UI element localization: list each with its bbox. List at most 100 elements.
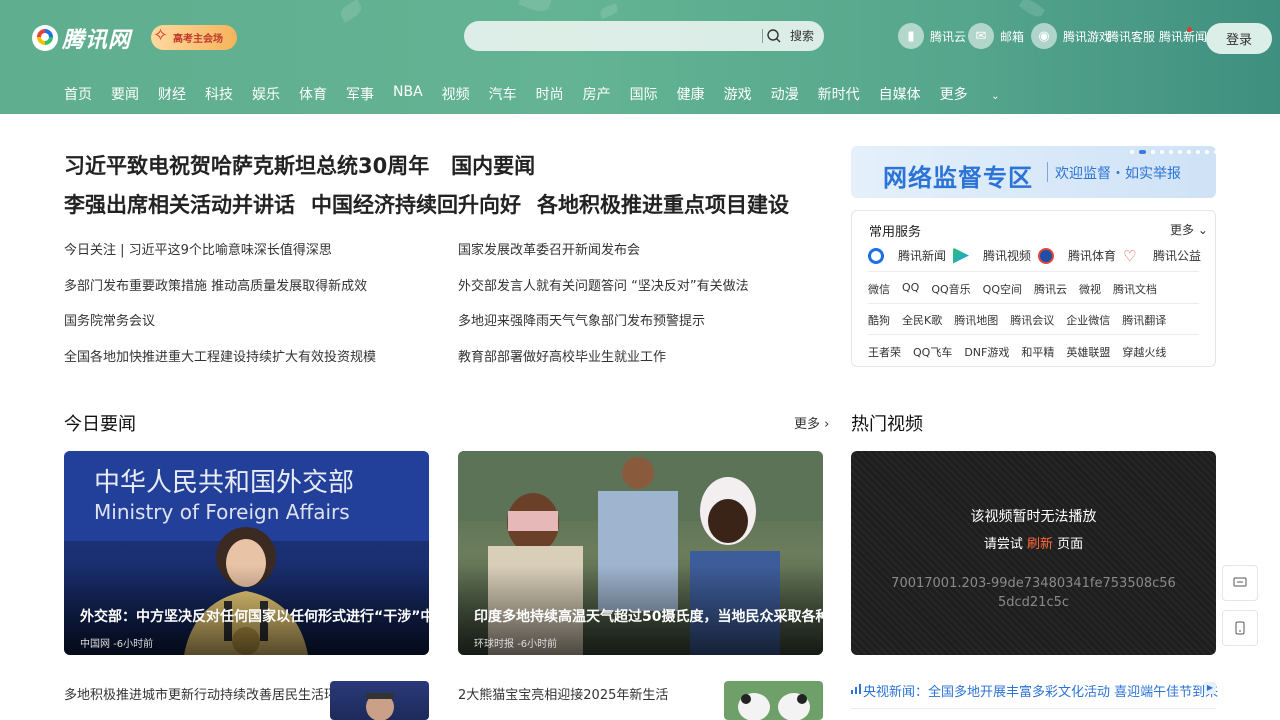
decor-leaf: [1018, 0, 1046, 20]
thumbnail-photo: [366, 693, 394, 720]
service-link[interactable]: 酷狗: [868, 312, 890, 328]
service-link[interactable]: 企业微信: [1066, 312, 1110, 328]
supervision-banner[interactable]: 网络监督专区 欢迎监督・如实举报: [851, 146, 1216, 198]
headline-link[interactable]: 各地积极推进重点项目建设: [537, 189, 789, 219]
news-link[interactable]: 教育部部署做好高校毕业生就业工作: [458, 346, 749, 382]
service-link[interactable]: 全民K歌: [902, 312, 942, 328]
section-more-button[interactable]: 更多 ›: [794, 413, 829, 432]
nav-item[interactable]: 财经: [158, 84, 186, 104]
nav-item[interactable]: 自媒体: [879, 84, 921, 104]
service-link[interactable]: DNF游戏: [964, 344, 1009, 360]
video-player[interactable]: 该视频暂时无法播放 请尝试 刷新 页面 70017001.203-99de734…: [851, 451, 1216, 655]
service-link[interactable]: 腾讯翻译: [1122, 312, 1166, 328]
news-link[interactable]: 多地迎来强降雨天气气象部门发布预警提示: [458, 310, 749, 346]
service-link[interactable]: 穿越火线: [1122, 344, 1166, 360]
news-thumbnail[interactable]: [724, 681, 823, 720]
card-caption: 外交部：中方坚决反对任何国家以任何形式进行“干涉”中国内政: [80, 609, 429, 625]
nav-item[interactable]: 军事: [346, 84, 374, 104]
refresh-link[interactable]: 刷新: [1027, 537, 1053, 552]
app-tencent-charity[interactable]: ♡ 腾讯公益: [1123, 247, 1208, 264]
tencent-logo[interactable]: 腾讯网: [32, 22, 131, 54]
carousel-dot[interactable]: [1169, 150, 1173, 154]
service-link[interactable]: 王者荣: [868, 344, 901, 360]
carousel-dot[interactable]: [1205, 150, 1209, 154]
news-link[interactable]: 国务院常务会议: [64, 310, 376, 346]
search-icon[interactable]: [766, 28, 782, 44]
news-thumbnail[interactable]: [330, 681, 429, 720]
carousel-dot[interactable]: [1130, 150, 1134, 154]
carousel-dot[interactable]: [1214, 150, 1216, 154]
headline-primary[interactable]: 习近平致电祝贺哈萨克斯坦总统30周年 国内要闻: [64, 150, 535, 180]
news-card[interactable]: 印度多地持续高温天气超过50摄氏度，当地民众采取各种方式消暑 环球时报 -6小时…: [458, 451, 823, 655]
carousel-dot[interactable]: [1196, 150, 1200, 154]
carousel-dot[interactable]: [1178, 150, 1182, 154]
news-link[interactable]: 多部门发布重要政策措施 推动高质量发展取得新成效: [64, 275, 376, 311]
play-icon[interactable]: ▶: [1204, 682, 1216, 694]
news-card[interactable]: 中华人民共和国外交部 Ministry of Foreign Affairs 外…: [64, 451, 429, 655]
nav-item[interactable]: 健康: [677, 84, 705, 104]
tool-label: 邮箱: [1000, 29, 1025, 44]
tool-game[interactable]: ◉ 腾讯游戏: [1031, 23, 1111, 49]
carousel-dot[interactable]: [1160, 150, 1164, 154]
nav-item[interactable]: 要闻: [111, 84, 139, 104]
logo-text: 腾讯网: [62, 28, 132, 53]
carousel-dot[interactable]: [1151, 150, 1155, 154]
service-link[interactable]: QQ: [902, 281, 919, 297]
nav-item[interactable]: 动漫: [771, 84, 799, 104]
nav-item[interactable]: 游戏: [724, 84, 752, 104]
news-link[interactable]: 今日关注 | 习近平这9个比喻意味深长值得深思: [64, 239, 376, 275]
nav-item[interactable]: 娱乐: [252, 84, 280, 104]
service-link[interactable]: 微视: [1079, 281, 1101, 297]
headline-link[interactable]: 国内要闻: [451, 154, 535, 178]
more-label: 更多: [794, 417, 821, 432]
tool-cloud[interactable]: ▮ 腾讯云: [898, 23, 966, 49]
news-link[interactable]: 2大熊猫宝宝亮相迎接2025年新生活: [458, 684, 668, 703]
nav-item[interactable]: NBA: [393, 84, 423, 104]
search-button[interactable]: 搜索: [790, 27, 814, 44]
service-link[interactable]: 英雄联盟: [1066, 344, 1110, 360]
carousel-dot-active[interactable]: [1139, 150, 1146, 154]
promo-badge[interactable]: ✧ 高考主会场: [151, 25, 237, 50]
nav-item[interactable]: 体育: [299, 84, 327, 104]
service-link[interactable]: 腾讯会议: [1010, 312, 1054, 328]
nav-item[interactable]: 视频: [442, 84, 470, 104]
nav-item[interactable]: 房产: [583, 84, 611, 104]
service-link[interactable]: 微信: [868, 281, 890, 297]
nav-item[interactable]: 国际: [630, 84, 658, 104]
service-link[interactable]: 和平精: [1021, 344, 1054, 360]
headline-link[interactable]: 习近平致电祝贺哈萨克斯坦总统30周年: [64, 154, 429, 178]
nav-item[interactable]: 时尚: [536, 84, 564, 104]
services-panel: 常用服务 更多 ⌄ 腾讯新闻 腾讯视频 腾讯体育 ♡ 腾讯公益 微信 QQ QQ音…: [851, 210, 1216, 367]
search-input[interactable]: [478, 26, 758, 46]
nav-item[interactable]: 新时代: [818, 84, 860, 104]
service-link[interactable]: QQ空间: [983, 281, 1022, 297]
app-tencent-news[interactable]: 腾讯新闻: [868, 247, 953, 264]
nav-item-more[interactable]: 更多 ⌄: [940, 84, 1019, 104]
main-nav: 首页 要闻 财经 科技 娱乐 体育 军事 NBA 视频 汽车 时尚 房产 国际 …: [64, 84, 1038, 104]
news-link[interactable]: 外交部发言人就有关问题答问 “坚决反对”有关做法: [458, 275, 749, 311]
login-button[interactable]: 登录: [1206, 23, 1272, 54]
app-tencent-sports[interactable]: 腾讯体育: [1038, 247, 1123, 264]
link-service[interactable]: 腾讯客服: [1107, 28, 1155, 45]
link-news[interactable]: 腾讯新闻: [1159, 28, 1207, 45]
nav-item[interactable]: 科技: [205, 84, 233, 104]
feedback-button[interactable]: [1222, 565, 1258, 601]
mobile-button[interactable]: [1222, 610, 1258, 646]
news-link[interactable]: 全国各地加快推进重大工程建设持续扩大有效投资规模: [64, 346, 376, 382]
service-link[interactable]: 腾讯地图: [954, 312, 998, 328]
service-link[interactable]: QQ音乐: [931, 281, 970, 297]
services-more-button[interactable]: 更多 ⌄: [1170, 221, 1208, 238]
service-link[interactable]: 腾讯云: [1034, 281, 1067, 297]
nav-item[interactable]: 汽车: [489, 84, 517, 104]
video-error-message: 该视频暂时无法播放: [970, 509, 1097, 525]
news-link[interactable]: 国家发展改革委召开新闻发布会: [458, 239, 749, 275]
carousel-dot[interactable]: [1187, 150, 1191, 154]
headline-link[interactable]: 中国经济持续回升向好: [311, 189, 521, 219]
app-tencent-video[interactable]: 腾讯视频: [953, 247, 1038, 264]
service-link[interactable]: QQ飞车: [913, 344, 952, 360]
nav-item[interactable]: 首页: [64, 84, 92, 104]
tool-mail[interactable]: ✉ 邮箱: [968, 23, 1024, 49]
decor-leaf: [337, 0, 365, 23]
service-link[interactable]: 腾讯文档: [1113, 281, 1157, 297]
headline-link[interactable]: 李强出席相关活动并讲话: [64, 189, 295, 219]
